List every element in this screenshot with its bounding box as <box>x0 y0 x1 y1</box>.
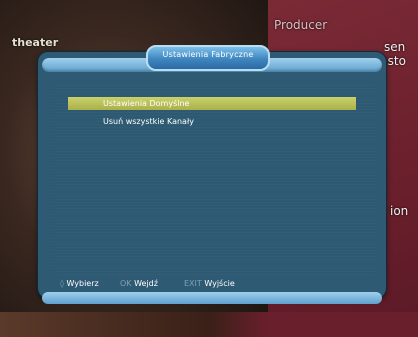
exit-label: Wyjście <box>204 279 235 288</box>
select-label: Wybierz <box>66 279 99 288</box>
background-producer-text: Producer <box>274 18 328 32</box>
menu-item-label: Ustawienia Domyślne <box>103 99 190 108</box>
ok-label: Wejdź <box>134 279 158 288</box>
background-fragment-text: ion <box>390 204 409 218</box>
status-select: ◊ Wybierz <box>60 277 99 291</box>
dialog-title-tab: Ustawienia Fabryczne <box>146 45 270 71</box>
menu-item-delete-all-channels[interactable]: Usuń wszystkie Kanały <box>68 115 356 128</box>
status-exit: EXIT Wyjście <box>184 277 235 291</box>
menu-panel <box>52 85 378 275</box>
dialog-title: Ustawienia Fabryczne <box>162 50 254 59</box>
status-ok: OK Wejdź <box>120 277 158 291</box>
tv-background-bottom <box>0 312 418 337</box>
menu-item-default-settings[interactable]: Ustawienia Domyślne <box>68 97 356 110</box>
background-theater-text: theater <box>12 36 59 49</box>
exit-key: EXIT <box>184 279 202 288</box>
background-fragment-text: sen <box>384 40 406 54</box>
status-bar: ◊ Wybierz OK Wejdź EXIT Wyjście <box>52 277 378 291</box>
select-key-icon: ◊ <box>60 279 64 288</box>
ok-key: OK <box>120 279 132 288</box>
dialog-bottom-bar <box>42 292 382 304</box>
menu-item-label: Usuń wszystkie Kanały <box>103 117 194 126</box>
